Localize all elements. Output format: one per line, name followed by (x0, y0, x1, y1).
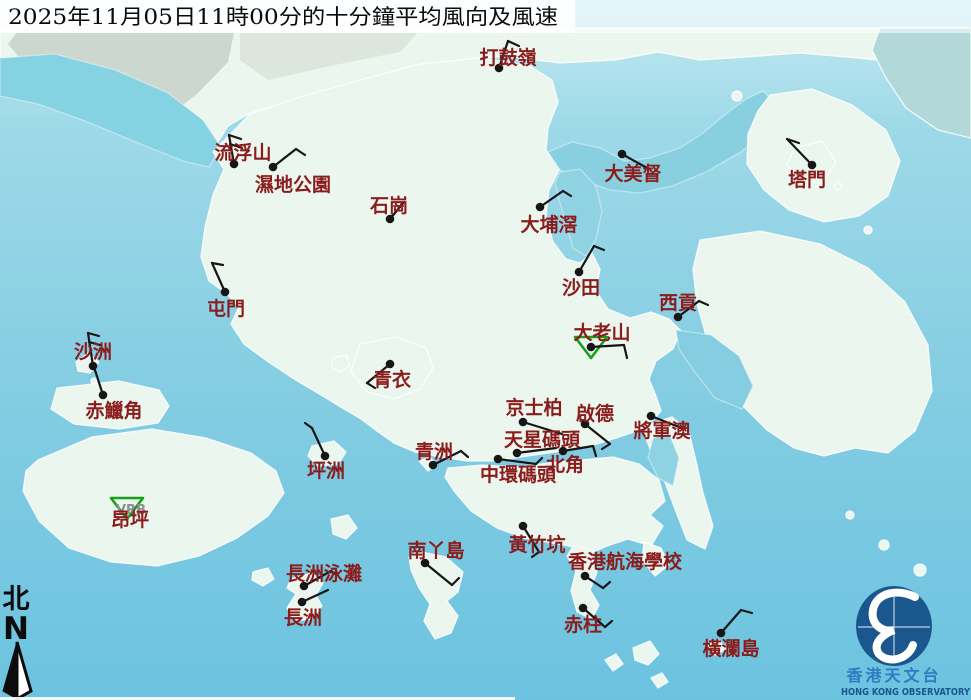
station-label: 將軍澳 (633, 419, 691, 442)
station-dot (99, 391, 108, 400)
ninepin-islet (914, 564, 926, 576)
station-label: 西貢 (659, 292, 697, 314)
station-dot (321, 452, 330, 461)
station-label: 大老山 (573, 321, 630, 344)
mirs-bay-islet (864, 226, 872, 234)
ninepin-islet (879, 540, 889, 550)
station-label: 流浮山 (214, 141, 271, 164)
station-label: 濕地公園 (255, 173, 331, 196)
station-label: 沙洲 (74, 341, 112, 363)
station-dot (298, 598, 307, 607)
hko-logo-zh: 香港天文台 (845, 666, 941, 685)
station-label: 大美督 (604, 162, 661, 185)
station-dot (579, 604, 588, 613)
station-dot (536, 203, 545, 212)
station-label: 昂坪 (111, 509, 149, 531)
map-svg: 2025年11月05日11時00分的十分鐘平均風向及風速 打鼓嶺流浮山濕地公園石… (0, 0, 971, 700)
station-label: 長洲 (284, 607, 322, 629)
station-dot (618, 150, 627, 159)
station-label: 坪洲 (307, 460, 345, 482)
station-label: 天星碼頭 (504, 429, 581, 451)
station-label: 赤柱 (564, 613, 602, 636)
station-label: 屯門 (207, 297, 245, 320)
map-title: 2025年11月05日11時00分的十分鐘平均風向及風速 (8, 5, 558, 29)
mirs-bay-islet (732, 91, 742, 101)
station-ngong-ping: VRB昂坪 (111, 498, 149, 531)
station-label: 南丫島 (407, 539, 464, 562)
station-label: 塔門 (788, 168, 826, 191)
station-label: 石崗 (369, 194, 408, 217)
station-dot (647, 412, 656, 421)
station-label: 青衣 (373, 368, 411, 391)
north-arrow: 北 N (3, 584, 32, 699)
station-dot (269, 163, 278, 172)
station-label: 中環碼頭 (480, 463, 557, 486)
station-label: 長洲泳灘 (286, 562, 362, 585)
islet (91, 378, 97, 384)
station-label: 青洲 (415, 441, 453, 463)
station-label: 香港航海學校 (567, 550, 683, 573)
north-n-label: N (3, 611, 29, 647)
hko-logo-en: HONG KONG OBSERVATORY (841, 687, 971, 698)
station-label: 赤鱲角 (85, 399, 142, 422)
station-dot (221, 288, 230, 297)
station-dot (717, 629, 726, 638)
station-dot (808, 161, 817, 170)
wind-map: 2025年11月05日11時00分的十分鐘平均風向及風速 打鼓嶺流浮山濕地公園石… (0, 0, 971, 700)
islet-east (846, 511, 854, 519)
station-label: 大埔滘 (520, 213, 577, 236)
station-label: 沙田 (562, 277, 600, 299)
station-label: 橫瀾島 (702, 637, 759, 660)
station-label: 黃竹坑 (508, 533, 565, 556)
station-label: 打鼓嶺 (479, 46, 536, 69)
station-dot (494, 455, 503, 464)
mirs-bay-islet (834, 182, 842, 190)
station-label: 啟德 (576, 402, 614, 425)
station-dot (519, 522, 528, 531)
station-dot (575, 268, 584, 277)
station-dot (386, 360, 395, 369)
station-label: 京士柏 (505, 396, 562, 419)
